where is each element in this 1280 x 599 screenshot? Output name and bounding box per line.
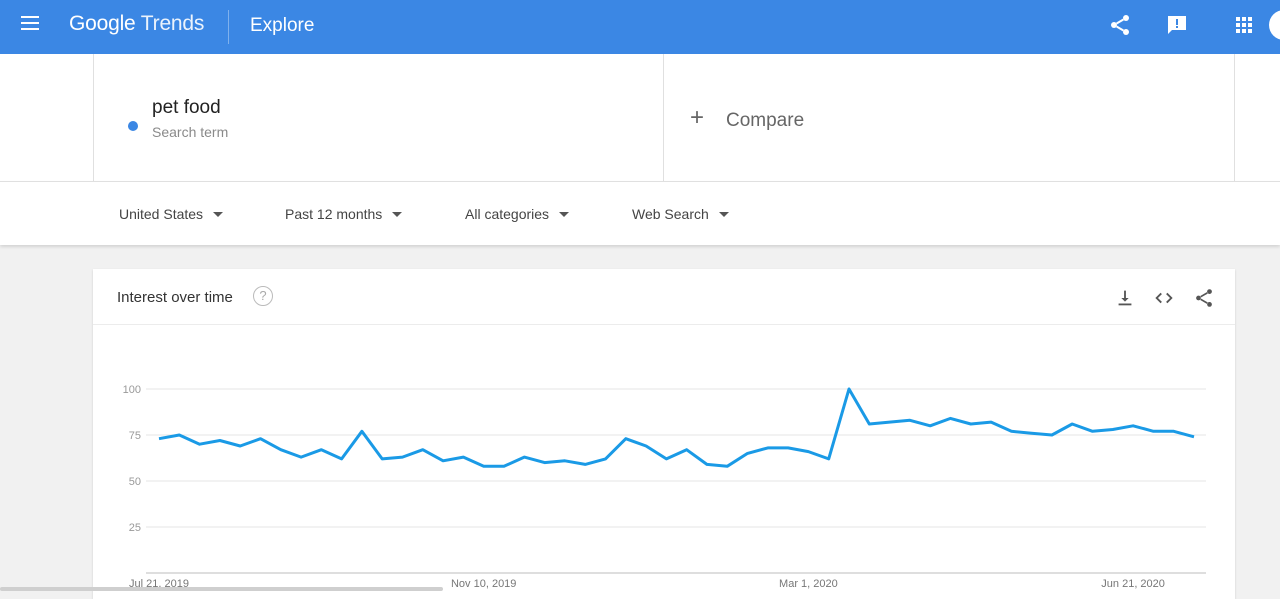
compare-button[interactable]: + Compare bbox=[664, 54, 1235, 181]
search-term-name[interactable]: pet food bbox=[152, 97, 221, 119]
card-title: Interest over time bbox=[117, 289, 233, 306]
time-range-label: Past 12 months bbox=[285, 206, 383, 222]
share-icon[interactable] bbox=[1108, 13, 1132, 37]
feedback-icon[interactable] bbox=[1165, 13, 1189, 37]
download-icon[interactable] bbox=[1114, 287, 1136, 309]
region-label: United States bbox=[119, 206, 204, 222]
apps-icon[interactable] bbox=[1232, 13, 1256, 37]
category-dropdown[interactable]: All categories bbox=[465, 206, 570, 222]
header-divider bbox=[228, 10, 229, 44]
search-terms-bar: pet food Search term + Compare bbox=[0, 54, 1280, 181]
time-range-dropdown[interactable]: Past 12 months bbox=[285, 206, 403, 222]
help-icon[interactable]: ? bbox=[253, 286, 273, 306]
y-tick-label: 50 bbox=[129, 476, 141, 488]
logo-google-text: Google bbox=[69, 12, 136, 35]
series-line-0[interactable] bbox=[158, 387, 1195, 468]
page-title: Explore bbox=[250, 15, 315, 36]
search-type-label: Web Search bbox=[632, 206, 709, 222]
google-trends-logo[interactable]: Google Trends bbox=[69, 12, 204, 36]
caret-down-icon bbox=[213, 211, 224, 217]
search-term-card[interactable]: pet food Search term bbox=[93, 54, 664, 181]
search-term-type: Search term bbox=[152, 124, 229, 140]
plus-icon: + bbox=[690, 104, 705, 131]
x-tick-label: Mar 1, 2020 bbox=[779, 578, 838, 590]
term-color-dot bbox=[128, 121, 138, 131]
horizontal-scrollbar[interactable] bbox=[0, 587, 443, 591]
x-tick-label: Nov 10, 2019 bbox=[451, 578, 516, 590]
share-icon[interactable] bbox=[1193, 287, 1215, 309]
interest-over-time-card: Interest over time ? 25 50 75 100 Jul 21, 20… bbox=[93, 269, 1235, 599]
region-dropdown[interactable]: United States bbox=[119, 206, 224, 222]
caret-down-icon bbox=[392, 211, 403, 217]
search-type-dropdown[interactable]: Web Search bbox=[632, 206, 729, 222]
x-tick-label: Jun 21, 2020 bbox=[1101, 578, 1165, 590]
menu-icon[interactable] bbox=[21, 16, 39, 30]
caret-down-icon bbox=[718, 211, 729, 217]
y-tick-label: 25 bbox=[129, 522, 141, 534]
y-tick-label: 100 bbox=[123, 384, 141, 396]
category-label: All categories bbox=[465, 206, 550, 222]
interest-line-chart: 255075100Jul 21, 2019 Nov 10, 2019 Mar 1, … bbox=[123, 384, 1206, 590]
embed-icon[interactable] bbox=[1153, 287, 1175, 309]
top-bar: Google Trends Explore bbox=[0, 0, 1280, 54]
filters-bar: United States Past 12 months All categor… bbox=[0, 181, 1280, 245]
account-avatar[interactable] bbox=[1269, 10, 1280, 40]
y-tick-label: 75 bbox=[129, 430, 141, 442]
caret-down-icon bbox=[559, 211, 570, 217]
logo-trends-text: Trends bbox=[140, 12, 205, 35]
card-header: Interest over time ? bbox=[93, 269, 1235, 325]
compare-label: Compare bbox=[726, 110, 805, 131]
